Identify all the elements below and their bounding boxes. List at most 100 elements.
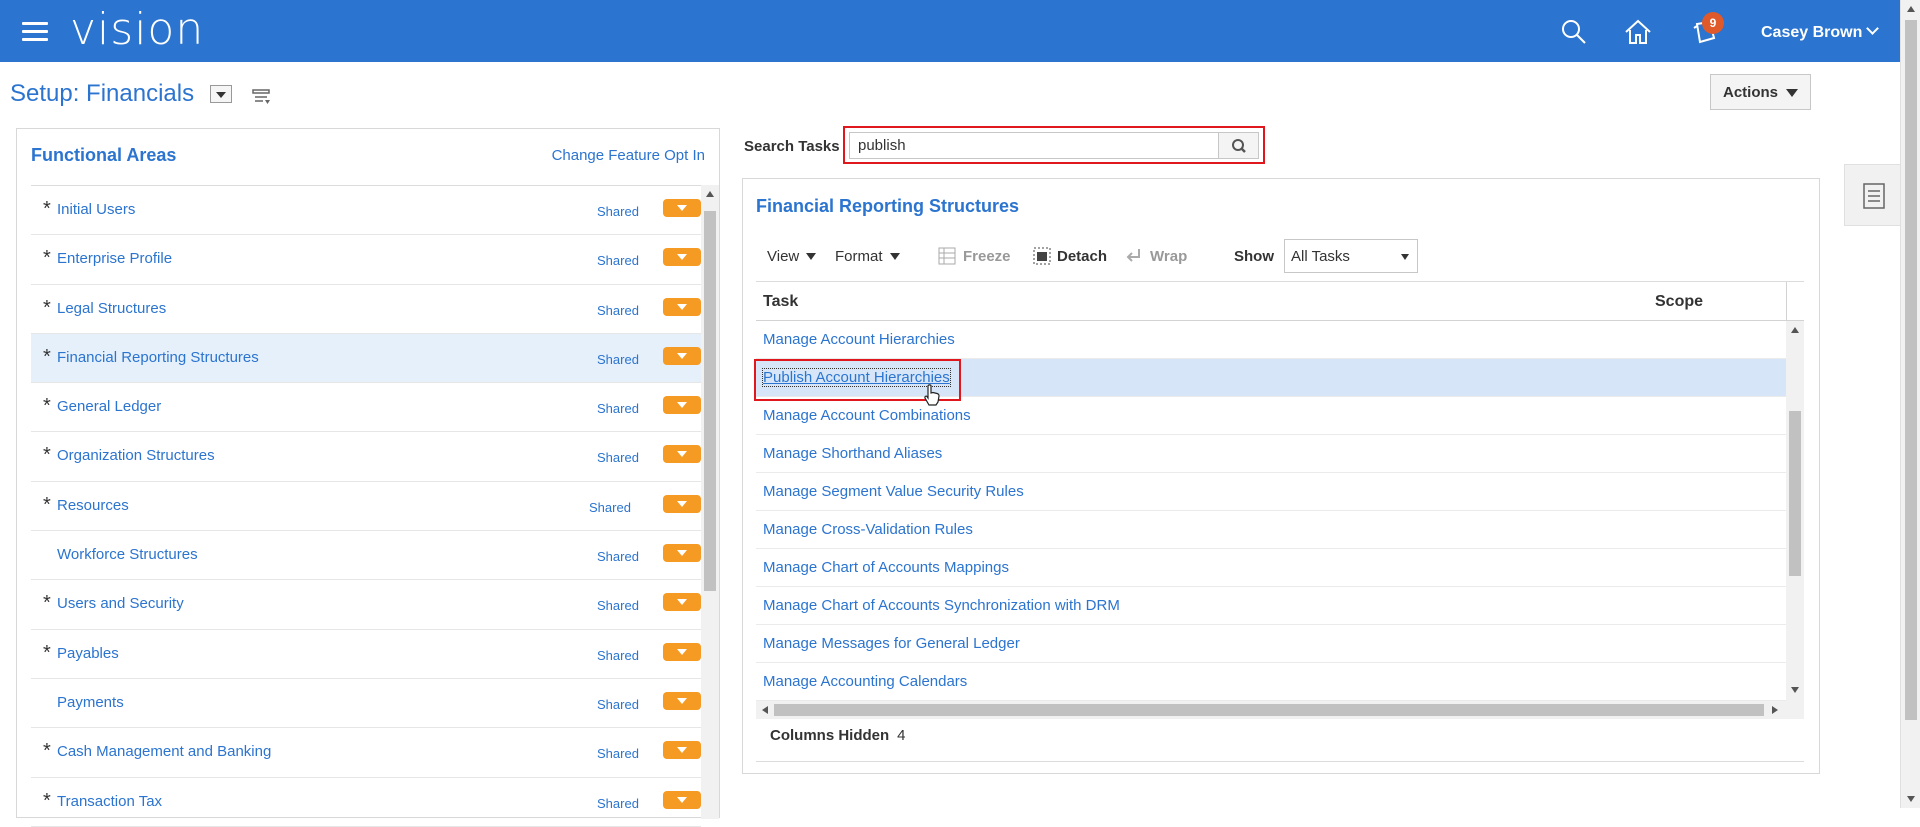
notification-badge[interactable]: 9 (1702, 12, 1724, 34)
task-row[interactable]: Manage Accounting Calendars (756, 663, 1786, 701)
table-vertical-scrollbar-thumb[interactable] (1789, 411, 1801, 576)
task-link[interactable]: Manage Chart of Accounts Synchronization… (763, 597, 1120, 614)
functional-areas-scrollbar[interactable] (701, 185, 719, 819)
scroll-up-icon[interactable] (706, 191, 714, 197)
search-tasks-input[interactable] (849, 132, 1218, 159)
title-dropdown-button[interactable] (210, 85, 232, 103)
functional-area-row[interactable]: * Financial Reporting Structures Shared (31, 333, 701, 384)
table-horizontal-scrollbar-thumb[interactable] (774, 704, 1764, 716)
functional-area-row[interactable]: * General Ledger Shared (31, 383, 701, 433)
task-row[interactable]: Manage Chart of Accounts Mappings (756, 549, 1786, 587)
area-menu-button[interactable] (663, 199, 701, 217)
area-menu-button[interactable] (663, 593, 701, 612)
functional-area-row[interactable]: Workforce Structures Shared (31, 531, 701, 581)
area-menu-button[interactable] (663, 544, 701, 563)
area-menu-button[interactable] (663, 494, 701, 513)
task-link[interactable]: Manage Chart of Accounts Mappings (763, 559, 1009, 576)
view-menu[interactable]: View (767, 248, 817, 265)
shared-status[interactable]: Shared (597, 253, 639, 268)
shared-status[interactable]: Shared (597, 796, 639, 811)
functional-area-row[interactable]: * Payables Shared (31, 630, 701, 679)
freeze-button[interactable]: Freeze (963, 248, 1011, 265)
functional-area-row[interactable]: * Organization Structures Shared (31, 432, 701, 482)
functional-area-name[interactable]: Payments (57, 694, 124, 711)
table-horizontal-scrollbar[interactable] (756, 701, 1804, 719)
table-vertical-scrollbar[interactable] (1786, 321, 1804, 701)
shared-status[interactable]: Shared (597, 549, 639, 564)
area-menu-button[interactable] (663, 297, 701, 316)
task-link[interactable]: Manage Messages for General Ledger (763, 635, 1020, 652)
functional-area-name[interactable]: Workforce Structures (57, 546, 198, 563)
functional-area-name[interactable]: Payables (57, 645, 119, 662)
logo[interactable]: vision (70, 4, 204, 55)
functional-area-row[interactable]: * Cash Management and Banking Shared (31, 728, 701, 778)
user-menu[interactable]: Casey Brown (1761, 22, 1880, 42)
scroll-right-icon[interactable] (1772, 706, 1778, 714)
format-menu[interactable]: Format (835, 248, 900, 265)
functional-area-name[interactable]: Resources (57, 497, 129, 514)
actions-button[interactable]: Actions (1710, 74, 1811, 110)
scroll-left-icon[interactable] (762, 706, 768, 714)
task-row[interactable]: Manage Messages for General Ledger (756, 625, 1786, 663)
search-button[interactable] (1218, 132, 1259, 159)
area-menu-button[interactable] (663, 445, 701, 464)
shared-status[interactable]: Shared (597, 204, 639, 219)
area-menu-button[interactable] (663, 396, 701, 415)
side-panel-tab[interactable] (1844, 164, 1900, 226)
task-link[interactable]: Manage Account Combinations (763, 407, 971, 424)
task-link[interactable]: Manage Segment Value Security Rules (763, 483, 1024, 500)
functional-area-row[interactable]: * Resources Shared (31, 482, 701, 532)
functional-area-row[interactable]: * Transaction Tax Shared (31, 778, 701, 827)
functional-area-name[interactable]: General Ledger (57, 398, 161, 415)
search-icon[interactable] (1558, 16, 1590, 48)
functional-area-name[interactable]: Initial Users (57, 201, 135, 218)
functional-area-row[interactable]: * Legal Structures Shared (31, 285, 701, 334)
task-link[interactable]: Manage Accounting Calendars (763, 673, 967, 690)
shared-status[interactable]: Shared (597, 648, 639, 663)
shared-status[interactable]: Shared (597, 697, 639, 712)
area-menu-button[interactable] (663, 346, 701, 365)
scroll-up-icon[interactable] (1791, 327, 1799, 333)
show-select[interactable]: All Tasks (1284, 239, 1418, 273)
wrap-button[interactable]: Wrap (1150, 248, 1187, 265)
functional-area-name[interactable]: Cash Management and Banking (57, 743, 271, 760)
area-menu-button[interactable] (663, 741, 701, 760)
scroll-up-icon[interactable] (1907, 6, 1915, 12)
functional-areas-scrollbar-thumb[interactable] (704, 211, 716, 591)
area-menu-button[interactable] (663, 642, 701, 661)
task-row[interactable]: Publish Account Hierarchies (756, 359, 1786, 397)
functional-area-row[interactable]: * Enterprise Profile Shared (31, 235, 701, 285)
functional-area-name[interactable]: Organization Structures (57, 447, 215, 464)
area-menu-button[interactable] (663, 691, 701, 710)
shared-status[interactable]: Shared (597, 450, 639, 465)
scroll-down-icon[interactable] (1791, 687, 1799, 693)
task-link[interactable]: Manage Shorthand Aliases (763, 445, 942, 462)
task-row[interactable]: Manage Segment Value Security Rules (756, 473, 1786, 511)
detach-button[interactable]: Detach (1057, 248, 1107, 265)
functional-area-row[interactable]: * Users and Security Shared (31, 580, 701, 630)
shared-status[interactable]: Shared (597, 746, 639, 761)
area-menu-button[interactable] (663, 790, 701, 809)
menu-icon[interactable] (22, 22, 48, 42)
area-menu-button[interactable] (663, 248, 701, 267)
scroll-down-icon[interactable] (1907, 796, 1915, 802)
functional-area-name[interactable]: Legal Structures (57, 300, 166, 317)
functional-area-row[interactable]: Payments Shared (31, 679, 701, 729)
task-link[interactable]: Publish Account Hierarchies (762, 368, 951, 387)
functional-area-row[interactable]: * Initial Users Shared (31, 186, 701, 236)
task-row[interactable]: Manage Account Combinations (756, 397, 1786, 435)
shared-status[interactable]: Shared (597, 401, 639, 416)
change-feature-opt-in-link[interactable]: Change Feature Opt In (552, 147, 705, 164)
task-row[interactable]: Manage Account Hierarchies (756, 321, 1786, 359)
task-row[interactable]: Manage Chart of Accounts Synchronization… (756, 587, 1786, 625)
functional-area-name[interactable]: Transaction Tax (57, 793, 162, 810)
task-link[interactable]: Manage Cross-Validation Rules (763, 521, 973, 538)
shared-status[interactable]: Shared (589, 500, 631, 515)
page-scrollbar-thumb[interactable] (1905, 20, 1917, 720)
column-header-scope[interactable]: Scope (1655, 293, 1703, 311)
shared-status[interactable]: Shared (597, 303, 639, 318)
home-icon[interactable] (1622, 16, 1654, 48)
task-list-icon[interactable] (252, 88, 272, 106)
task-row[interactable]: Manage Cross-Validation Rules (756, 511, 1786, 549)
task-row[interactable]: Manage Shorthand Aliases (756, 435, 1786, 473)
